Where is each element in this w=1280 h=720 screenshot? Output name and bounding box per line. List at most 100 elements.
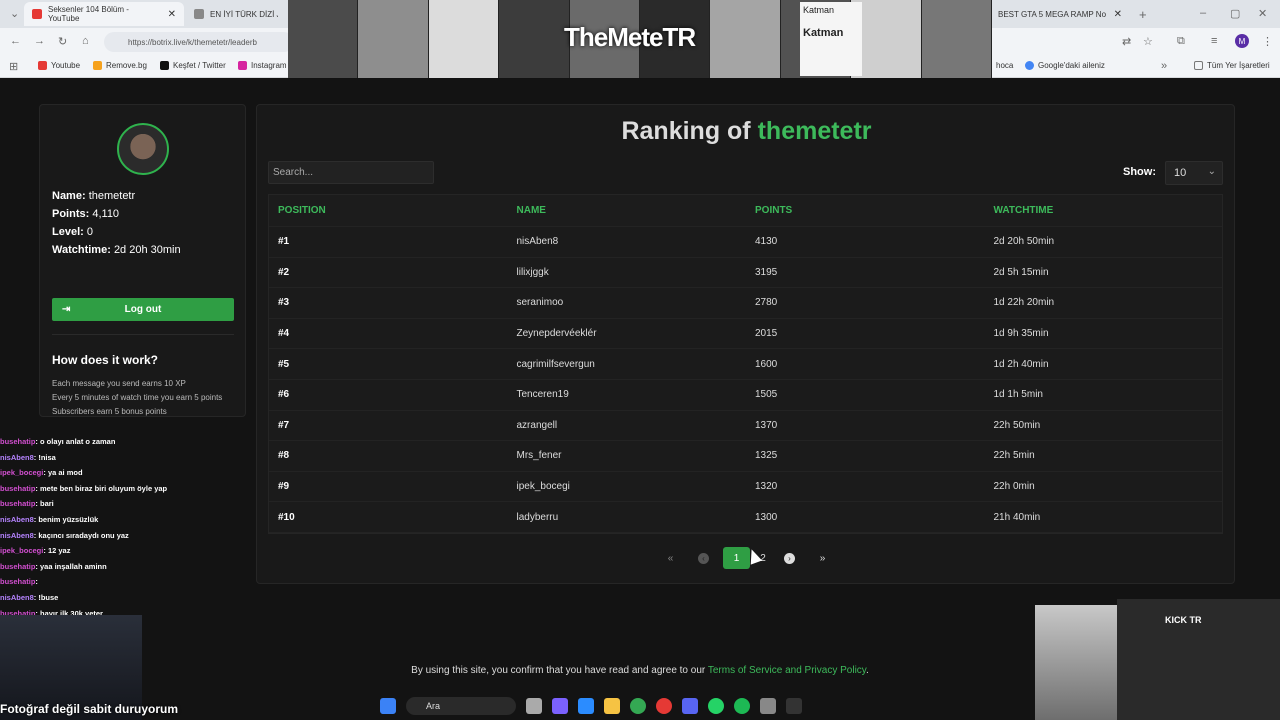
- star-icon[interactable]: ☆: [1143, 35, 1153, 48]
- taskbar-search[interactable]: Ara: [406, 697, 516, 715]
- google-icon: [1025, 61, 1034, 70]
- stream-chat: busehatip: o olayı anlat o zaman nisAben8…: [0, 434, 210, 621]
- close-icon[interactable]: ✕: [1114, 9, 1122, 20]
- apps-icon[interactable]: ⊞: [9, 60, 18, 73]
- cell-name: azrangell: [516, 419, 558, 431]
- cell-position: #10: [278, 511, 295, 523]
- taskview-icon[interactable]: [526, 698, 542, 714]
- copilot-icon[interactable]: [552, 698, 568, 714]
- bookmark-all[interactable]: Tüm Yer İşaretleri: [1194, 61, 1270, 70]
- next-page-button[interactable]: ›: [776, 547, 803, 569]
- spotify-icon[interactable]: [734, 698, 750, 714]
- chrome-icon[interactable]: [630, 698, 646, 714]
- katman-title: Katman: [803, 5, 835, 15]
- column-points[interactable]: POINTS: [746, 205, 985, 216]
- table-row: #10 ladyberru 1300 21h 40min: [269, 502, 1222, 533]
- minimize-icon[interactable]: –: [1200, 7, 1206, 19]
- terms-link[interactable]: Terms of Service and Privacy Policy: [708, 665, 866, 676]
- kick-webcam: KICK TR: [1117, 599, 1280, 720]
- chat-username: busehatip: [0, 437, 36, 446]
- translate-icon[interactable]: ⇄: [1122, 35, 1131, 48]
- taskbar-search-label: Ara: [426, 701, 441, 711]
- logout-button[interactable]: ⇥ Log out: [52, 298, 234, 321]
- cell-watchtime: 22h 5min: [993, 450, 1035, 462]
- bookmark-hoca[interactable]: hoca: [996, 61, 1013, 70]
- column-name[interactable]: NAME: [508, 205, 747, 216]
- browser-tab[interactable]: EN İYİ TÜRK DİZİ JENER: [186, 2, 286, 26]
- photo: [358, 0, 429, 78]
- chat-text: : o olayı anlat o zaman: [35, 437, 116, 446]
- maximize-icon[interactable]: ▢: [1230, 7, 1240, 20]
- table-row: #7 azrangell 1370 22h 50min: [269, 411, 1222, 442]
- app-icon[interactable]: [786, 698, 802, 714]
- menu-icon[interactable]: ⋮: [1262, 35, 1273, 48]
- table-row: #1 nisAben8 4130 2d 20h 50min: [269, 227, 1222, 258]
- home-icon[interactable]: ⌂: [82, 35, 89, 47]
- close-icon[interactable]: ✕: [168, 9, 176, 20]
- back-icon[interactable]: ←: [10, 35, 21, 47]
- close-window-icon[interactable]: ✕: [1258, 7, 1267, 20]
- tab-title: BEST GTA 5 MEGA RAMP No C: [998, 9, 1106, 19]
- discord-icon[interactable]: [682, 698, 698, 714]
- profile-avatar[interactable]: M: [1235, 34, 1249, 48]
- cell-position: #6: [278, 389, 290, 401]
- cell-watchtime: 1d 9h 35min: [993, 328, 1049, 340]
- windows-icon[interactable]: [380, 698, 396, 714]
- media-icon[interactable]: ≡: [1211, 35, 1217, 47]
- chat-message: nisAben8: benim yüzsüzlük: [0, 512, 210, 528]
- widgets-icon[interactable]: [578, 698, 594, 714]
- folder-icon[interactable]: [604, 698, 620, 714]
- last-page-button[interactable]: »: [809, 547, 836, 569]
- bookmark-label: Tüm Yer İşaretleri: [1207, 61, 1270, 70]
- chevron-down-icon[interactable]: ⌄: [10, 7, 19, 20]
- photo: [710, 0, 781, 78]
- browser-tab[interactable]: BEST GTA 5 MEGA RAMP No C ✕: [990, 2, 1130, 26]
- cell-position: #5: [278, 358, 290, 370]
- prev-page-button[interactable]: ‹: [690, 547, 717, 569]
- bookmark-removebg[interactable]: Remove.bg: [93, 61, 147, 70]
- bookmark-twitter[interactable]: Keşfet / Twitter: [160, 61, 226, 70]
- bookmark-youtube[interactable]: Youtube: [38, 61, 80, 70]
- double-chevron-left-icon: «: [667, 552, 674, 564]
- opera-icon[interactable]: [656, 698, 672, 714]
- chat-message: nisAben8: kaçıncı sıradaydı onu yaz: [0, 528, 210, 544]
- url-field[interactable]: https://botrix.live/k/themetetr/leaderb: [104, 32, 294, 52]
- chat-text: :: [35, 577, 38, 587]
- browser-tab[interactable]: Seksenler 104 Bölüm - YouTube ✕: [24, 2, 184, 26]
- show-select[interactable]: 10 ⌄: [1165, 161, 1223, 185]
- chat-username: busehatip: [0, 561, 36, 571]
- whatsapp-icon[interactable]: [708, 698, 724, 714]
- chevron-down-icon: ⌄: [1207, 166, 1216, 177]
- new-tab-icon[interactable]: +: [1139, 7, 1147, 22]
- bookmark-instagram[interactable]: Instagram: [238, 61, 287, 70]
- cell-points: 2780: [755, 297, 778, 309]
- search-placeholder: Search...: [273, 167, 314, 178]
- chat-username: busehatip: [0, 577, 36, 587]
- chat-username: nisAben8: [0, 514, 34, 524]
- chat-username: ipek_bocegi: [0, 468, 44, 478]
- first-page-button[interactable]: «: [657, 547, 684, 569]
- page-icon: [194, 9, 204, 19]
- how-line: Subscribers earn 5 bonus points: [52, 407, 167, 416]
- forward-icon[interactable]: →: [34, 35, 45, 47]
- cell-name: ipek_bocegi: [516, 481, 570, 493]
- cell-points: 1370: [755, 419, 778, 431]
- chat-message: busehatip: o olayı anlat o zaman: [0, 434, 210, 450]
- chat-username: nisAben8: [0, 530, 34, 540]
- chat-username: ipek_bocegi: [0, 546, 44, 556]
- bookmark-google-family[interactable]: Google'daki aileniz: [1025, 61, 1105, 70]
- page-title: Ranking of themetetr: [257, 117, 1236, 146]
- cell-watchtime: 1d 1h 5min: [993, 389, 1043, 401]
- chat-text: : 12 yaz: [43, 546, 71, 556]
- store-icon[interactable]: [760, 698, 776, 714]
- katman-card: Katman Katman: [800, 2, 862, 76]
- reload-icon[interactable]: ↻: [58, 35, 67, 48]
- column-position[interactable]: POSITION: [269, 205, 508, 216]
- table-row: #3 seranimoo 2780 1d 22h 20min: [269, 288, 1222, 319]
- column-watchtime[interactable]: WATCHTIME: [985, 205, 1223, 216]
- cell-points: 3195: [755, 266, 778, 278]
- chevron-right-icon[interactable]: »: [1161, 60, 1167, 72]
- chat-username: nisAben8: [0, 452, 34, 462]
- extensions-icon[interactable]: ⧉: [1177, 35, 1185, 48]
- search-input[interactable]: Search...: [268, 161, 434, 184]
